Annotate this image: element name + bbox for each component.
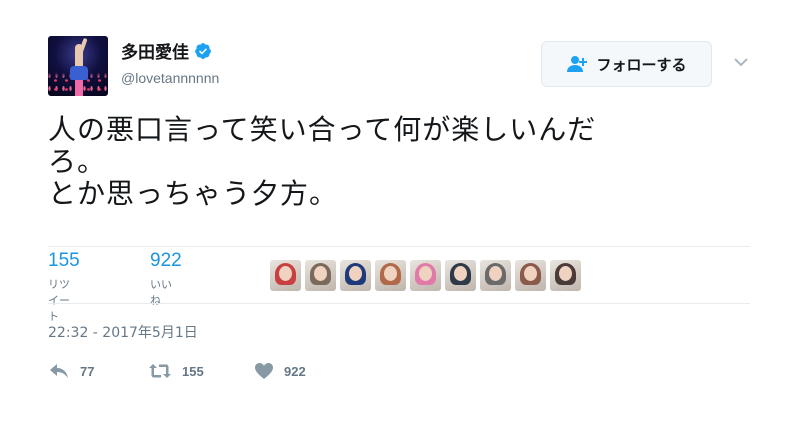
retweet-stat[interactable]: 155 リツイート — [48, 250, 80, 324]
tweet-text-line: ろ。 — [48, 145, 107, 178]
avatar-legs — [75, 80, 83, 96]
liker-avatar[interactable] — [375, 260, 406, 291]
liker-face — [419, 266, 432, 281]
liker-face — [489, 266, 502, 281]
retweet-count[interactable]: 155 — [48, 250, 80, 272]
reply-button[interactable]: 77 — [48, 362, 94, 380]
liker-avatar[interactable] — [340, 260, 371, 291]
liker-avatar[interactable] — [550, 260, 581, 291]
like-action-count: 922 — [284, 363, 306, 379]
like-count[interactable]: 922 — [150, 250, 182, 272]
reply-count: 77 — [80, 363, 95, 379]
retweet-action-count: 155 — [182, 363, 204, 379]
liker-face — [314, 266, 327, 281]
user-info[interactable]: 多田愛佳 @lovetannnnnn — [121, 38, 219, 86]
tweet-timestamp[interactable]: 22:32 - 2017年5月1日 — [48, 322, 198, 342]
like-button[interactable]: 922 — [254, 362, 306, 380]
like-stat[interactable]: 922 いいね — [150, 250, 182, 308]
divider-bottom — [48, 303, 750, 304]
liker-avatar[interactable] — [410, 260, 441, 291]
liker-avatars — [270, 260, 581, 291]
retweet-label: リツイート — [48, 278, 70, 323]
liker-face — [279, 266, 292, 281]
chevron-down-icon[interactable] — [733, 56, 749, 68]
follow-button-label: フォローする — [596, 55, 687, 74]
verified-badge-icon — [195, 42, 211, 59]
liker-face — [349, 266, 362, 281]
liker-face — [454, 266, 467, 281]
heart-icon — [255, 363, 273, 379]
tweet-text-line: 人の悪口言って笑い合って何が楽しいんだ — [48, 113, 597, 146]
liker-avatar[interactable] — [305, 260, 336, 291]
reply-icon — [50, 364, 68, 378]
retweet-button[interactable]: 155 — [148, 362, 204, 380]
liker-face — [524, 266, 537, 281]
liker-face — [559, 266, 572, 281]
avatar[interactable] — [48, 36, 108, 96]
liker-face — [384, 266, 397, 281]
tweet-text: 人の悪口言って笑い合って何が楽しいんだ ろ。 とか思っちゃう夕方。 — [48, 114, 748, 210]
follow-button[interactable]: フォローする — [541, 41, 712, 87]
divider-top — [48, 246, 750, 247]
liker-avatar[interactable] — [270, 260, 301, 291]
add-user-icon — [567, 56, 588, 72]
liker-avatar[interactable] — [445, 260, 476, 291]
liker-avatar[interactable] — [480, 260, 511, 291]
display-name-row[interactable]: 多田愛佳 — [121, 38, 212, 63]
avatar-outfit — [70, 66, 88, 80]
user-handle[interactable]: @lovetannnnnn — [121, 70, 219, 86]
display-name[interactable]: 多田愛佳 — [121, 38, 189, 63]
retweet-icon — [149, 364, 171, 378]
liker-avatar[interactable] — [515, 260, 546, 291]
tweet-text-line: とか思っちゃう夕方。 — [48, 177, 339, 210]
